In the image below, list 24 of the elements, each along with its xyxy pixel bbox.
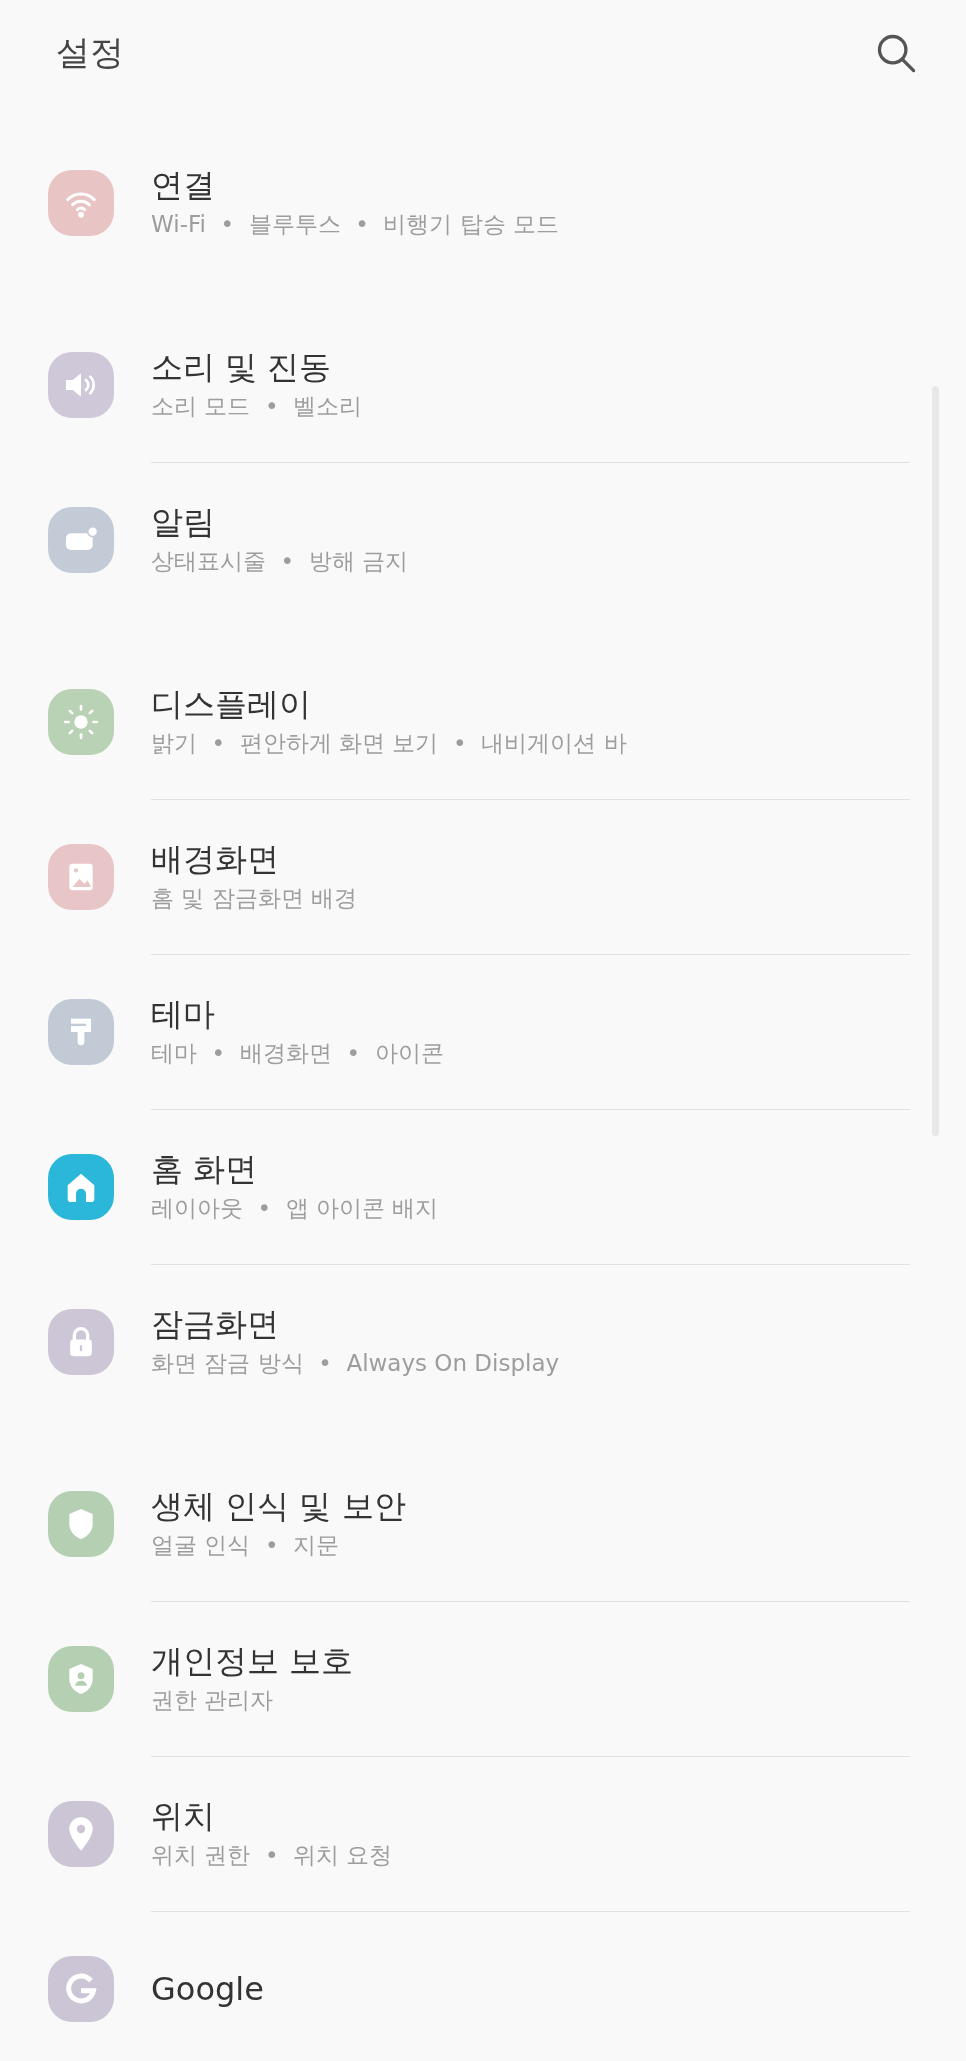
- item-title[interactable]: 알림: [151, 502, 409, 542]
- item-title[interactable]: Google: [151, 1969, 264, 2009]
- item-subtitle: 밝기 • 편안하게 화면 보기 • 내비게이션 바: [151, 729, 627, 759]
- item-subtitle: 위치 권한 • 위치 요청: [151, 1841, 393, 1871]
- item-subtitle: 홈 및 잠금화면 배경: [151, 884, 357, 914]
- item-subtitle: 소리 모드 • 벨소리: [151, 392, 363, 422]
- item-subtitle: 상태표시줄 • 방해 금지: [151, 547, 409, 577]
- item-subtitle: 권한 관리자: [151, 1686, 275, 1716]
- item-title[interactable]: 잠금화면: [151, 1304, 560, 1344]
- item-title[interactable]: 테마: [151, 994, 444, 1034]
- item-title[interactable]: 위치: [151, 1796, 393, 1836]
- item-subtitle: 레이아웃 • 앱 아이콘 배지: [151, 1194, 439, 1224]
- item-title[interactable]: 개인정보 보호: [151, 1641, 354, 1681]
- item-title[interactable]: 배경화면: [151, 839, 357, 879]
- item-title[interactable]: 홈 화면: [151, 1149, 439, 1189]
- item-subtitle: Wi-Fi • 블루투스 • 비행기 탑승 모드: [151, 210, 560, 240]
- page-title: 설정: [56, 31, 124, 74]
- item-title[interactable]: 연결: [151, 165, 560, 205]
- item-title[interactable]: 디스플레이: [151, 684, 627, 724]
- item-subtitle: 테마 • 배경화면 • 아이콘: [151, 1039, 444, 1069]
- item-subtitle: 화면 잠금 방식 • Always On Display: [151, 1349, 560, 1379]
- item-title[interactable]: 생체 인식 및 보안: [151, 1486, 406, 1526]
- item-title[interactable]: 소리 및 진동: [151, 347, 363, 387]
- item-subtitle: 얼굴 인식 • 지문: [151, 1531, 341, 1561]
